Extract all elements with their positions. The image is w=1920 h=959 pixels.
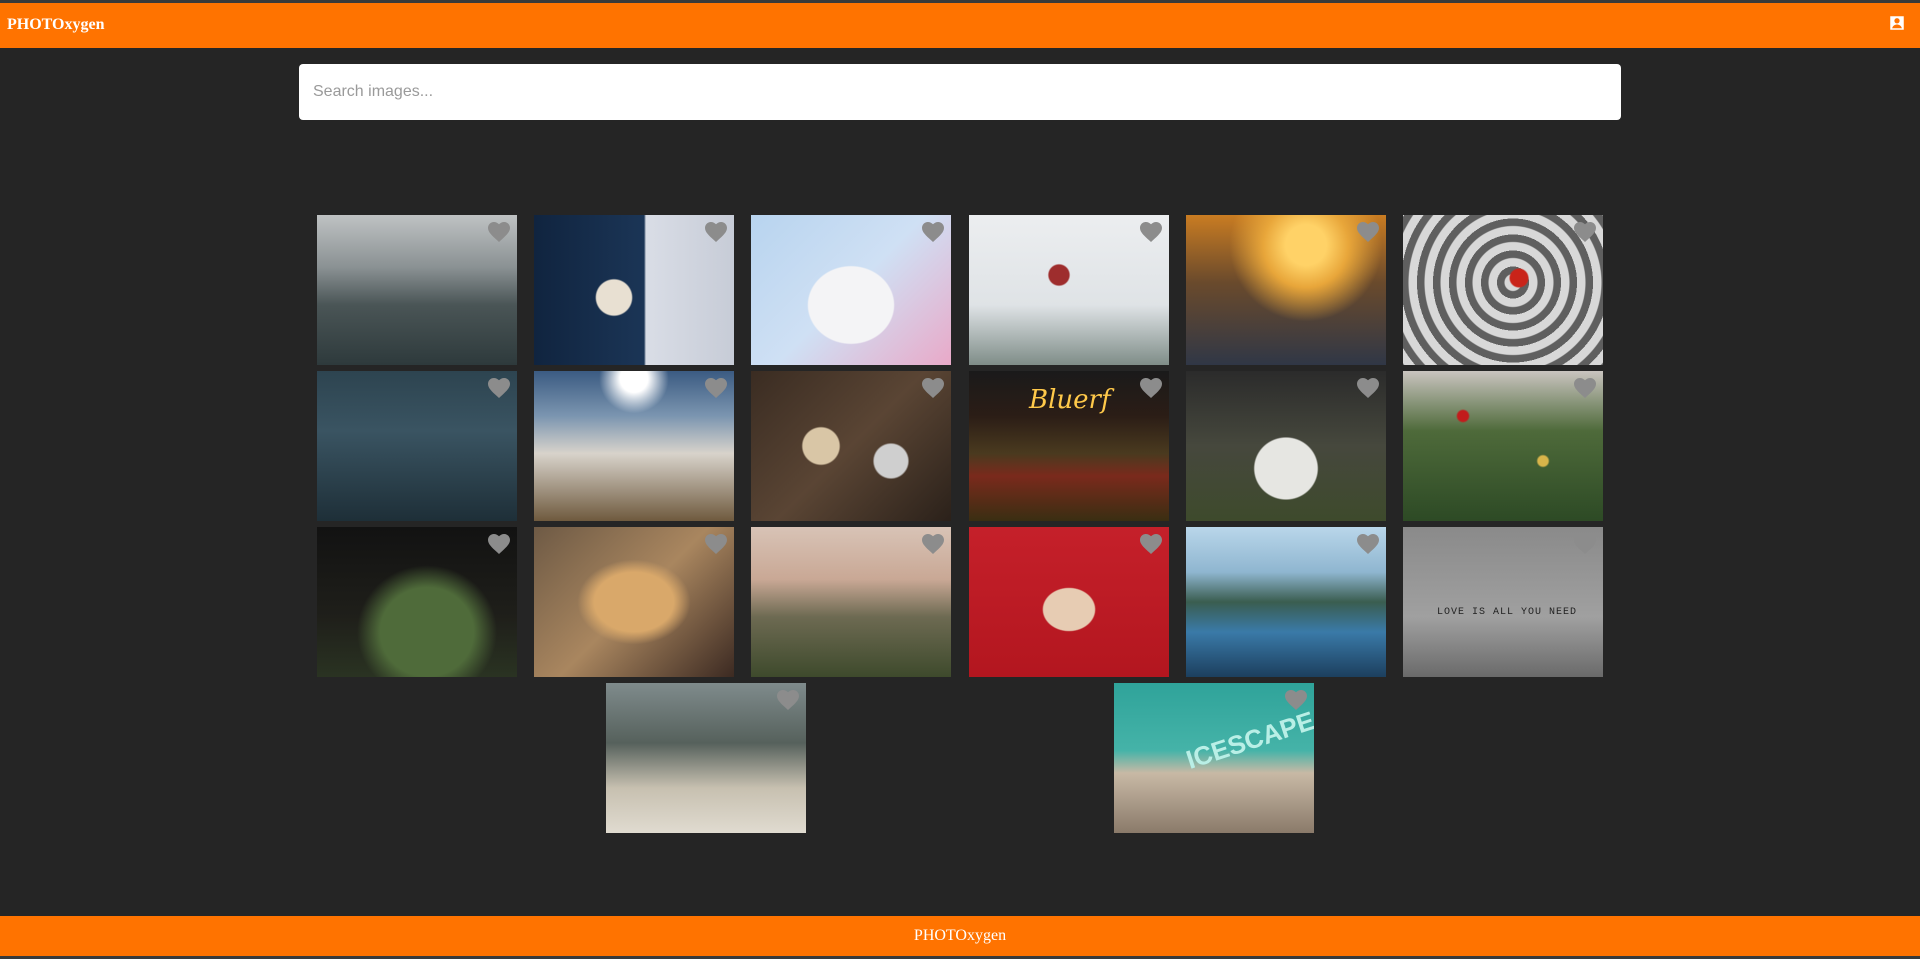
heart-icon[interactable] (921, 221, 945, 243)
gallery-tile[interactable] (1186, 527, 1386, 677)
account-box-icon[interactable] (1888, 14, 1906, 32)
gallery-tile[interactable]: LOVE IS ALL YOU NEED (1403, 527, 1603, 677)
search-bar (299, 64, 1621, 120)
gallery-tile[interactable] (606, 683, 806, 833)
heart-icon[interactable] (1139, 377, 1163, 399)
heart-icon[interactable] (921, 377, 945, 399)
gallery-tile[interactable] (1403, 371, 1603, 521)
building-sign-text: ICESCAPE (1182, 705, 1314, 775)
heart-icon[interactable] (1139, 533, 1163, 555)
heart-icon[interactable] (1356, 533, 1380, 555)
gallery-tile[interactable]: Bluerf (969, 371, 1169, 521)
search-input[interactable] (299, 64, 1621, 120)
gallery-tile[interactable] (969, 215, 1169, 365)
gallery-tile[interactable] (751, 527, 951, 677)
gallery-tile[interactable] (534, 371, 734, 521)
app-footer: PHOTOxygen (0, 916, 1920, 956)
gallery-tile[interactable] (534, 215, 734, 365)
gallery-tile[interactable] (1186, 215, 1386, 365)
gallery-tile[interactable] (751, 371, 951, 521)
heart-icon[interactable] (487, 221, 511, 243)
heart-icon[interactable] (1284, 689, 1308, 711)
heart-icon[interactable] (1356, 377, 1380, 399)
heart-icon[interactable] (487, 533, 511, 555)
gallery-tile[interactable] (534, 527, 734, 677)
heart-icon[interactable] (1139, 221, 1163, 243)
heart-icon[interactable] (1356, 221, 1380, 243)
heart-icon[interactable] (1573, 377, 1597, 399)
gallery-tile[interactable]: ICESCAPE (1114, 683, 1314, 833)
wall-quote-text: LOVE IS ALL YOU NEED (1437, 607, 1578, 618)
heart-icon[interactable] (704, 533, 728, 555)
brand-title[interactable]: PHOTOxygen (7, 16, 105, 34)
footer-brand: PHOTOxygen (913, 927, 1007, 944)
heart-icon[interactable] (776, 689, 800, 711)
gallery-tile[interactable] (317, 371, 517, 521)
gallery-tile[interactable] (1186, 371, 1386, 521)
gallery-tile[interactable] (751, 215, 951, 365)
gallery-tile[interactable] (969, 527, 1169, 677)
heart-icon[interactable] (1573, 533, 1597, 555)
heart-icon[interactable] (921, 533, 945, 555)
heart-icon[interactable] (1573, 221, 1597, 243)
image-gallery: Bluerf LOVE IS ALL YOU NEED ICESCAPE (0, 0, 1920, 959)
heart-icon[interactable] (704, 377, 728, 399)
gallery-tile[interactable] (317, 527, 517, 677)
neon-sign-text: Bluerf (1029, 385, 1111, 415)
gallery-tile[interactable] (1403, 215, 1603, 365)
app-header: PHOTOxygen (0, 3, 1920, 48)
gallery-tile[interactable] (317, 215, 517, 365)
heart-icon[interactable] (704, 221, 728, 243)
heart-icon[interactable] (487, 377, 511, 399)
